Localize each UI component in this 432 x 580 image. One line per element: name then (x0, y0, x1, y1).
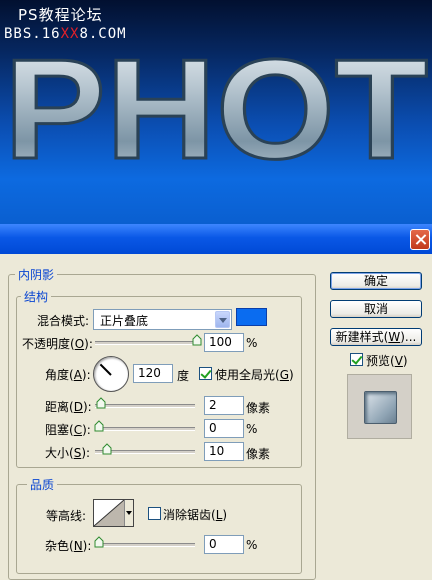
distance-slider-thumb[interactable] (96, 397, 106, 409)
angle-input[interactable]: 120 (133, 364, 173, 383)
distance-input[interactable]: 2 (204, 396, 244, 415)
opacity-slider-track[interactable] (95, 341, 201, 345)
quality-group: 品质 (16, 476, 302, 574)
noise-slider-thumb[interactable] (94, 536, 104, 548)
style-preview (347, 374, 412, 439)
chevron-down-icon[interactable] (215, 311, 230, 328)
preview-thumbnail (364, 391, 397, 424)
angle-label: 角度(A): (45, 368, 91, 382)
watermark-title: PS教程论坛 (18, 6, 103, 24)
noise-unit: % (246, 538, 258, 552)
dialog-titlebar (0, 224, 432, 254)
preview-checkbox[interactable] (350, 353, 363, 366)
preview-label[interactable]: 预览(V) (366, 352, 408, 369)
distance-label: 距离(D): (45, 400, 92, 414)
blend-mode-select[interactable]: 正片叠底 (93, 309, 232, 330)
opacity-slider-thumb[interactable] (192, 334, 202, 346)
choke-unit: % (246, 422, 258, 436)
blend-color-swatch[interactable] (236, 308, 267, 326)
size-input[interactable]: 10 (204, 442, 244, 461)
svg-text:PHOT: PHOT (4, 40, 428, 175)
noise-label: 杂色(N): (45, 539, 92, 553)
size-label: 大小(S): (45, 446, 91, 460)
contour-picker[interactable] (93, 499, 134, 527)
contour-label: 等高线: (46, 509, 87, 523)
close-icon[interactable] (410, 229, 430, 250)
noise-slider-track[interactable] (95, 543, 195, 547)
contour-curve-icon (93, 499, 125, 527)
phot-headline: PHOT (3, 40, 430, 175)
opacity-unit: % (246, 336, 258, 350)
blend-mode-value: 正片叠底 (100, 314, 149, 328)
opacity-label: 不透明度(O): (22, 337, 93, 351)
angle-needle (99, 363, 112, 376)
size-unit: 像素 (246, 447, 271, 461)
phot-banner-image: PS教程论坛 BBS.16XX8.COM PHOT (0, 0, 432, 224)
choke-slider-thumb[interactable] (94, 420, 104, 432)
choke-input[interactable]: 0 (204, 419, 244, 438)
choke-label: 阻塞(C): (45, 423, 91, 437)
global-light-label[interactable]: 使用全局光(G) (215, 366, 294, 383)
chevron-down-icon[interactable] (124, 500, 133, 526)
group-title-quality: 品质 (27, 476, 58, 493)
ok-button[interactable]: 确定 (330, 272, 422, 290)
angle-dial[interactable] (93, 356, 129, 392)
new-style-button[interactable]: 新建样式(W)... (330, 328, 422, 346)
global-light-checkbox[interactable] (199, 367, 212, 380)
cancel-button[interactable]: 取消 (330, 300, 422, 318)
noise-input[interactable]: 0 (204, 535, 244, 554)
blend-mode-label: 混合模式: (37, 314, 90, 328)
distance-unit: 像素 (246, 401, 271, 415)
anti-alias-checkbox[interactable] (148, 507, 161, 520)
angle-unit: 度 (177, 369, 190, 383)
group-title-structure: 结构 (21, 288, 52, 305)
anti-alias-label[interactable]: 消除锯齿(L) (163, 506, 227, 523)
distance-slider-track[interactable] (95, 404, 195, 408)
opacity-input[interactable]: 100 (204, 333, 244, 352)
group-title-inner-shadow: 内阴影 (15, 266, 58, 283)
size-slider-thumb[interactable] (102, 443, 112, 455)
choke-slider-track[interactable] (95, 427, 195, 431)
